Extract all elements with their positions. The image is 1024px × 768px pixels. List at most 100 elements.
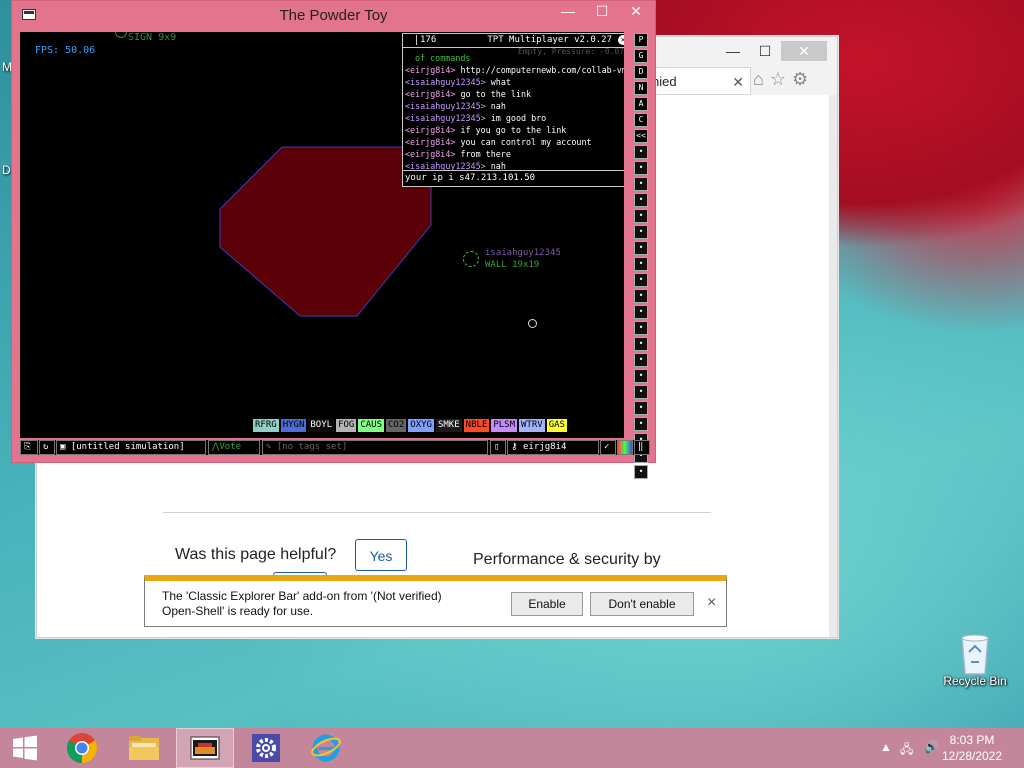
home-icon[interactable]: ⌂ bbox=[753, 69, 764, 90]
simulation-canvas[interactable]: SIGN 9x9 FPS: 50.06 isaiahguy12345 WALL … bbox=[20, 32, 624, 438]
element-button-co2[interactable]: CO2 bbox=[386, 419, 407, 432]
minimize-icon[interactable]: — bbox=[717, 41, 749, 61]
chat-username: <eirjg8i4> bbox=[405, 125, 456, 135]
element-button-oxyg[interactable]: OXYG bbox=[408, 419, 434, 432]
color-palette-icon[interactable] bbox=[617, 440, 633, 455]
category-icon-7[interactable]: • bbox=[634, 241, 648, 255]
toolbar-mode-p[interactable]: P bbox=[634, 33, 648, 47]
category-icon-17[interactable]: • bbox=[634, 401, 648, 415]
save-icon: ▣ bbox=[60, 442, 71, 452]
element-button-nble[interactable]: NBLE bbox=[463, 419, 490, 432]
window-controls: — ☐ ✕ bbox=[557, 3, 647, 20]
desktop-icon-label-partial: D bbox=[2, 163, 11, 177]
chrome-taskbar-button[interactable] bbox=[54, 728, 110, 768]
tab-close-icon[interactable]: ✕ bbox=[732, 68, 744, 96]
category-icon-11[interactable]: • bbox=[634, 305, 648, 319]
reload-icon[interactable]: ↻ bbox=[39, 440, 55, 455]
player-brush: WALL 19x19 bbox=[485, 260, 540, 270]
category-icon-2[interactable]: • bbox=[634, 161, 648, 175]
system-tray: ▲ 🖧 🔊 8:03 PM 12/28/2022 bbox=[864, 728, 1024, 768]
toolbar-mode-g[interactable]: G bbox=[634, 49, 648, 63]
element-button-rfrg[interactable]: RFRG bbox=[253, 419, 279, 432]
category-icon-9[interactable]: • bbox=[634, 273, 648, 287]
chat-message: <eirjg8i4> http://computernewb.com/colla… bbox=[405, 64, 624, 76]
gear-icon[interactable]: ⚙ bbox=[792, 69, 808, 90]
element-button-gas[interactable]: GAS bbox=[546, 419, 567, 432]
save-simulation-button[interactable]: ▣ [untitled simulation] bbox=[56, 440, 206, 455]
performance-text: Performance & security by bbox=[473, 551, 661, 568]
chat-text: what bbox=[485, 77, 511, 87]
simulation-name: [untitled simulation] bbox=[70, 442, 185, 452]
chat-text: go to the link bbox=[455, 89, 532, 99]
chat-input[interactable]: your ip i s47.213.101.50 bbox=[403, 170, 624, 186]
maximize-icon[interactable]: ☐ bbox=[591, 3, 613, 20]
element-button-fog[interactable]: FOG bbox=[336, 419, 357, 432]
vote-button[interactable]: ⋀Vote bbox=[208, 440, 260, 455]
dont-enable-button[interactable]: Don't enable bbox=[590, 592, 694, 616]
user-button[interactable]: ⚷ eirjg8i4 bbox=[507, 440, 599, 455]
category-icon-13[interactable]: • bbox=[634, 337, 648, 351]
category-icon-6[interactable]: • bbox=[634, 225, 648, 239]
category-icon-16[interactable]: • bbox=[634, 385, 648, 399]
category-icon-8[interactable]: • bbox=[634, 257, 648, 271]
category-icon-12[interactable]: • bbox=[634, 321, 648, 335]
settings-taskbar-button[interactable] bbox=[238, 728, 294, 768]
toolbar-mode-c[interactable]: C bbox=[634, 113, 648, 127]
category-icon-18[interactable]: • bbox=[634, 417, 648, 431]
category-icon-1[interactable]: • bbox=[634, 145, 648, 159]
chat-username: <eirjg8i4> bbox=[405, 137, 456, 147]
check-icon[interactable]: ✓ bbox=[600, 440, 616, 455]
toolbar-mode-collapse[interactable]: << bbox=[634, 129, 648, 143]
clock[interactable]: 8:03 PM 12/28/2022 bbox=[932, 732, 1012, 764]
close-icon[interactable]: × bbox=[707, 594, 716, 612]
maximize-icon[interactable]: ☐ bbox=[749, 41, 781, 61]
chat-text: you can control my account bbox=[455, 137, 592, 147]
toolbar-mode-n[interactable]: N bbox=[634, 81, 648, 95]
bottom-bar: ⎘ ↻ ▣ [untitled simulation] ⋀Vote ✎ [no … bbox=[20, 440, 650, 455]
start-button[interactable] bbox=[0, 728, 50, 768]
element-button-hygn[interactable]: HYGN bbox=[280, 419, 307, 432]
mod-version: TPT Multiplayer v2.0.27 bbox=[487, 35, 612, 45]
category-icon-15[interactable]: • bbox=[634, 369, 648, 383]
element-button-smke[interactable]: SMKE bbox=[435, 419, 462, 432]
edit-icon[interactable] bbox=[405, 35, 417, 45]
yes-button[interactable]: Yes bbox=[355, 539, 407, 571]
favorites-star-icon[interactable]: ☆ bbox=[770, 69, 786, 90]
browser-scrollbar[interactable] bbox=[829, 95, 837, 637]
close-icon[interactable]: ✕ bbox=[618, 35, 624, 45]
show-hidden-icons[interactable]: ▲ bbox=[880, 740, 892, 754]
browser-tab[interactable]: nied ✕ bbox=[641, 67, 751, 95]
category-icon-5[interactable]: • bbox=[634, 209, 648, 223]
titlebar[interactable]: The Powder Toy — ☐ ✕ bbox=[12, 1, 655, 30]
toolbar-mode-a[interactable]: A bbox=[634, 97, 648, 111]
file-explorer-taskbar-button[interactable] bbox=[116, 728, 172, 768]
chat-text: from there bbox=[455, 149, 511, 159]
category-icon-21[interactable]: • bbox=[634, 465, 648, 479]
category-icon-14[interactable]: • bbox=[634, 353, 648, 367]
file-icon[interactable]: ▯ bbox=[490, 440, 506, 455]
enable-button[interactable]: Enable bbox=[511, 592, 583, 616]
mouse-cursor bbox=[528, 319, 537, 328]
recycle-bin[interactable]: Recycle Bin bbox=[942, 632, 1008, 688]
gear-icon bbox=[252, 734, 280, 762]
category-icon-3[interactable]: • bbox=[634, 177, 648, 191]
chat-log: of commands <eirjg8i4> http://computernew… bbox=[405, 52, 624, 172]
chat-message: <isaiahguy12345> im good bro bbox=[405, 112, 624, 124]
chat-message: <eirjg8i4> you can control my account bbox=[405, 136, 624, 148]
element-button-plsm[interactable]: PLSM bbox=[491, 419, 518, 432]
internet-explorer-taskbar-button[interactable] bbox=[298, 728, 354, 768]
powder-toy-taskbar-button[interactable] bbox=[176, 728, 234, 768]
toolbar-mode-d[interactable]: D bbox=[634, 65, 648, 79]
open-icon[interactable]: ⎘ bbox=[20, 440, 38, 455]
close-icon[interactable]: ✕ bbox=[781, 41, 827, 61]
element-button-wtrv[interactable]: WTRV bbox=[519, 419, 545, 432]
close-icon[interactable]: ✕ bbox=[625, 3, 647, 20]
element-button-boyl[interactable]: BOYL bbox=[308, 419, 335, 432]
category-icon-10[interactable]: • bbox=[634, 289, 648, 303]
network-icon[interactable]: 🖧 bbox=[900, 740, 913, 761]
tags-field[interactable]: ✎ [no tags set] bbox=[262, 440, 488, 455]
pause-icon[interactable]: ‖ bbox=[634, 440, 650, 455]
minimize-icon[interactable]: — bbox=[557, 3, 579, 20]
element-button-caus[interactable]: CAUS bbox=[358, 419, 385, 432]
category-icon-4[interactable]: • bbox=[634, 193, 648, 207]
